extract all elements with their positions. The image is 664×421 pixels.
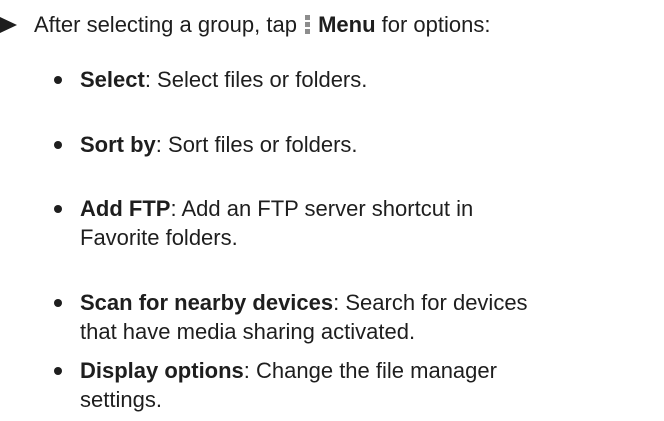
option-desc: : Sort files or folders. [155, 132, 358, 157]
list-item: Select: Select files or folders. [54, 65, 664, 94]
option-title: Select [80, 67, 145, 92]
option-desc-continued: Favorite folders. [80, 225, 238, 250]
intro-text: After selecting a group, tap Menu for op… [34, 10, 490, 40]
option-title: Add FTP [80, 196, 171, 221]
bullet-icon [54, 299, 62, 307]
bullet-icon [54, 76, 62, 84]
bullet-icon [54, 205, 62, 213]
list-item: Display options: Change the file manager… [54, 356, 664, 414]
option-desc: : Select files or folders. [144, 67, 368, 92]
option-desc-continued: that have media sharing activated. [80, 319, 416, 344]
option-title: Sort by [80, 132, 156, 157]
intro-after: for options: [381, 12, 491, 37]
intro-line: After selecting a group, tap Menu for op… [0, 10, 664, 40]
bullet-icon [54, 141, 62, 149]
intro-before: After selecting a group, tap [34, 12, 297, 37]
arrow-bullet-icon [0, 17, 17, 33]
list-item: Add FTP: Add an FTP server shortcut in F… [54, 194, 664, 252]
bullet-icon [54, 367, 62, 375]
option-title: Display options [80, 358, 244, 383]
list-item: Scan for nearby devices: Search for devi… [54, 288, 664, 346]
menu-icon [305, 15, 311, 35]
option-desc: : Search for devices [333, 290, 528, 315]
option-desc: : Add an FTP server shortcut in [170, 196, 474, 221]
option-desc: : Change the file manager [243, 358, 497, 383]
list-item: Sort by: Sort files or folders. [54, 130, 664, 159]
option-title: Scan for nearby devices [80, 290, 334, 315]
option-desc-continued: settings. [80, 387, 162, 412]
menu-label: Menu [318, 12, 376, 37]
